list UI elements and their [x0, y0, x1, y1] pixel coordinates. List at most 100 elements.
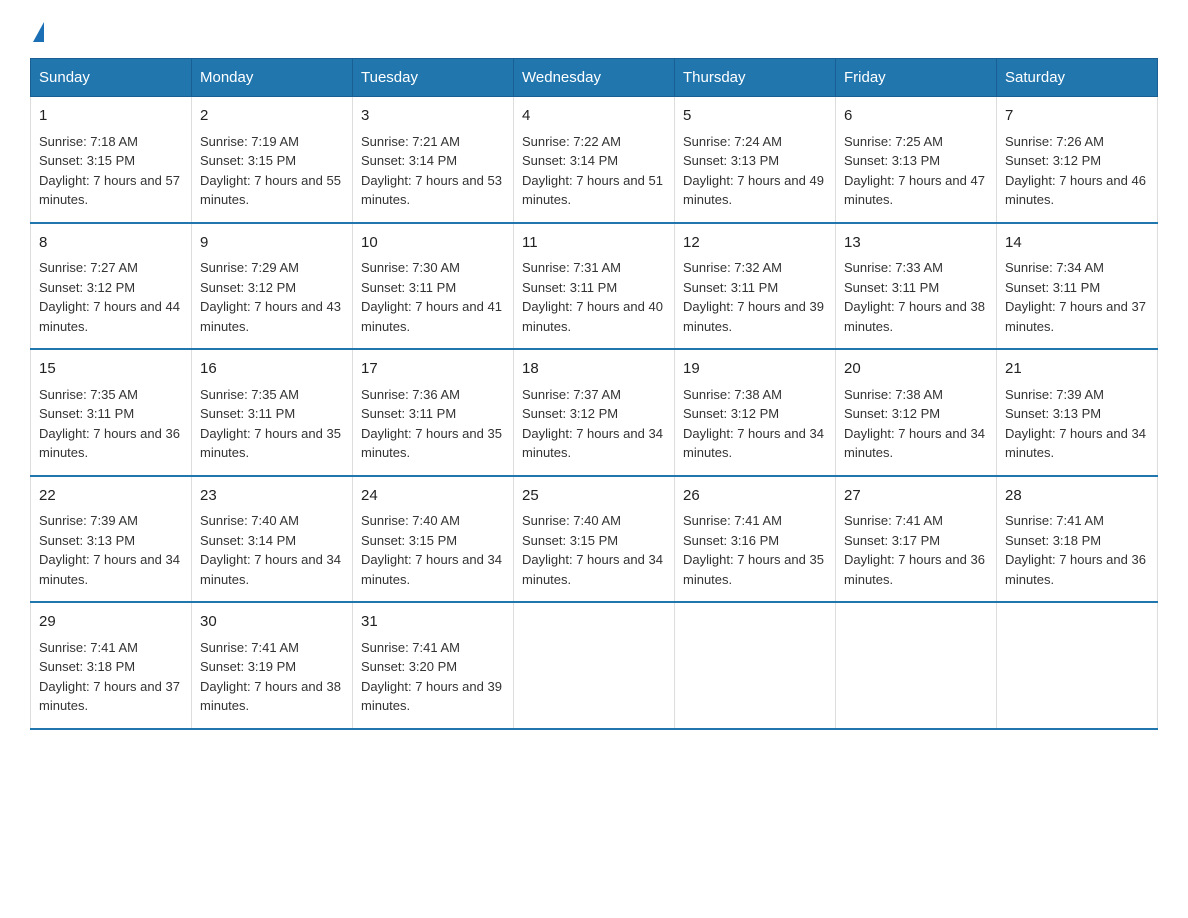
day-info: Sunrise: 7:36 AMSunset: 3:11 PMDaylight:… [361, 387, 502, 461]
day-number: 7 [1005, 105, 1149, 128]
day-number: 3 [361, 105, 505, 128]
day-info: Sunrise: 7:41 AMSunset: 3:18 PMDaylight:… [1005, 513, 1146, 587]
logo [30, 20, 44, 42]
day-info: Sunrise: 7:30 AMSunset: 3:11 PMDaylight:… [361, 260, 502, 334]
calendar-day-cell: 17 Sunrise: 7:36 AMSunset: 3:11 PMDaylig… [353, 349, 514, 476]
day-number: 17 [361, 358, 505, 381]
calendar-day-cell: 13 Sunrise: 7:33 AMSunset: 3:11 PMDaylig… [836, 223, 997, 350]
calendar-day-cell: 15 Sunrise: 7:35 AMSunset: 3:11 PMDaylig… [31, 349, 192, 476]
day-number: 5 [683, 105, 827, 128]
day-number: 25 [522, 485, 666, 508]
calendar-day-cell: 14 Sunrise: 7:34 AMSunset: 3:11 PMDaylig… [997, 223, 1158, 350]
calendar-day-cell [514, 602, 675, 729]
day-info: Sunrise: 7:31 AMSunset: 3:11 PMDaylight:… [522, 260, 663, 334]
calendar-day-cell: 1 Sunrise: 7:18 AMSunset: 3:15 PMDayligh… [31, 97, 192, 223]
day-info: Sunrise: 7:35 AMSunset: 3:11 PMDaylight:… [200, 387, 341, 461]
day-info: Sunrise: 7:41 AMSunset: 3:20 PMDaylight:… [361, 640, 502, 714]
day-info: Sunrise: 7:22 AMSunset: 3:14 PMDaylight:… [522, 134, 663, 208]
day-info: Sunrise: 7:29 AMSunset: 3:12 PMDaylight:… [200, 260, 341, 334]
calendar-week-row: 15 Sunrise: 7:35 AMSunset: 3:11 PMDaylig… [31, 349, 1158, 476]
day-number: 10 [361, 232, 505, 255]
calendar-day-cell: 31 Sunrise: 7:41 AMSunset: 3:20 PMDaylig… [353, 602, 514, 729]
calendar-header-tuesday: Tuesday [353, 59, 514, 97]
day-info: Sunrise: 7:41 AMSunset: 3:18 PMDaylight:… [39, 640, 180, 714]
day-info: Sunrise: 7:39 AMSunset: 3:13 PMDaylight:… [1005, 387, 1146, 461]
calendar-day-cell: 21 Sunrise: 7:39 AMSunset: 3:13 PMDaylig… [997, 349, 1158, 476]
calendar-day-cell: 5 Sunrise: 7:24 AMSunset: 3:13 PMDayligh… [675, 97, 836, 223]
day-info: Sunrise: 7:34 AMSunset: 3:11 PMDaylight:… [1005, 260, 1146, 334]
calendar-day-cell: 2 Sunrise: 7:19 AMSunset: 3:15 PMDayligh… [192, 97, 353, 223]
calendar-day-cell: 7 Sunrise: 7:26 AMSunset: 3:12 PMDayligh… [997, 97, 1158, 223]
day-number: 8 [39, 232, 183, 255]
calendar-week-row: 1 Sunrise: 7:18 AMSunset: 3:15 PMDayligh… [31, 97, 1158, 223]
calendar-day-cell: 22 Sunrise: 7:39 AMSunset: 3:13 PMDaylig… [31, 476, 192, 603]
calendar-day-cell: 16 Sunrise: 7:35 AMSunset: 3:11 PMDaylig… [192, 349, 353, 476]
calendar-day-cell: 11 Sunrise: 7:31 AMSunset: 3:11 PMDaylig… [514, 223, 675, 350]
calendar-day-cell [675, 602, 836, 729]
calendar-header-monday: Monday [192, 59, 353, 97]
day-number: 30 [200, 611, 344, 634]
calendar-day-cell [997, 602, 1158, 729]
calendar-day-cell: 24 Sunrise: 7:40 AMSunset: 3:15 PMDaylig… [353, 476, 514, 603]
day-info: Sunrise: 7:39 AMSunset: 3:13 PMDaylight:… [39, 513, 180, 587]
day-info: Sunrise: 7:18 AMSunset: 3:15 PMDaylight:… [39, 134, 180, 208]
day-info: Sunrise: 7:21 AMSunset: 3:14 PMDaylight:… [361, 134, 502, 208]
day-info: Sunrise: 7:38 AMSunset: 3:12 PMDaylight:… [683, 387, 824, 461]
day-number: 31 [361, 611, 505, 634]
calendar-table: SundayMondayTuesdayWednesdayThursdayFrid… [30, 58, 1158, 730]
calendar-header-wednesday: Wednesday [514, 59, 675, 97]
day-info: Sunrise: 7:19 AMSunset: 3:15 PMDaylight:… [200, 134, 341, 208]
day-info: Sunrise: 7:40 AMSunset: 3:15 PMDaylight:… [522, 513, 663, 587]
calendar-week-row: 29 Sunrise: 7:41 AMSunset: 3:18 PMDaylig… [31, 602, 1158, 729]
calendar-header-saturday: Saturday [997, 59, 1158, 97]
calendar-day-cell: 6 Sunrise: 7:25 AMSunset: 3:13 PMDayligh… [836, 97, 997, 223]
day-number: 19 [683, 358, 827, 381]
calendar-day-cell: 30 Sunrise: 7:41 AMSunset: 3:19 PMDaylig… [192, 602, 353, 729]
day-number: 1 [39, 105, 183, 128]
calendar-day-cell: 28 Sunrise: 7:41 AMSunset: 3:18 PMDaylig… [997, 476, 1158, 603]
day-number: 12 [683, 232, 827, 255]
calendar-week-row: 8 Sunrise: 7:27 AMSunset: 3:12 PMDayligh… [31, 223, 1158, 350]
day-number: 29 [39, 611, 183, 634]
calendar-day-cell: 26 Sunrise: 7:41 AMSunset: 3:16 PMDaylig… [675, 476, 836, 603]
day-info: Sunrise: 7:40 AMSunset: 3:14 PMDaylight:… [200, 513, 341, 587]
day-number: 23 [200, 485, 344, 508]
calendar-day-cell: 25 Sunrise: 7:40 AMSunset: 3:15 PMDaylig… [514, 476, 675, 603]
day-number: 24 [361, 485, 505, 508]
day-number: 21 [1005, 358, 1149, 381]
day-info: Sunrise: 7:27 AMSunset: 3:12 PMDaylight:… [39, 260, 180, 334]
day-number: 16 [200, 358, 344, 381]
calendar-day-cell: 23 Sunrise: 7:40 AMSunset: 3:14 PMDaylig… [192, 476, 353, 603]
day-number: 9 [200, 232, 344, 255]
day-number: 13 [844, 232, 988, 255]
calendar-day-cell: 3 Sunrise: 7:21 AMSunset: 3:14 PMDayligh… [353, 97, 514, 223]
day-info: Sunrise: 7:37 AMSunset: 3:12 PMDaylight:… [522, 387, 663, 461]
day-info: Sunrise: 7:25 AMSunset: 3:13 PMDaylight:… [844, 134, 985, 208]
day-number: 6 [844, 105, 988, 128]
day-info: Sunrise: 7:35 AMSunset: 3:11 PMDaylight:… [39, 387, 180, 461]
day-info: Sunrise: 7:33 AMSunset: 3:11 PMDaylight:… [844, 260, 985, 334]
calendar-day-cell: 12 Sunrise: 7:32 AMSunset: 3:11 PMDaylig… [675, 223, 836, 350]
calendar-day-cell: 4 Sunrise: 7:22 AMSunset: 3:14 PMDayligh… [514, 97, 675, 223]
calendar-day-cell: 9 Sunrise: 7:29 AMSunset: 3:12 PMDayligh… [192, 223, 353, 350]
day-info: Sunrise: 7:38 AMSunset: 3:12 PMDaylight:… [844, 387, 985, 461]
day-info: Sunrise: 7:32 AMSunset: 3:11 PMDaylight:… [683, 260, 824, 334]
day-info: Sunrise: 7:41 AMSunset: 3:17 PMDaylight:… [844, 513, 985, 587]
day-number: 22 [39, 485, 183, 508]
day-number: 18 [522, 358, 666, 381]
calendar-day-cell: 10 Sunrise: 7:30 AMSunset: 3:11 PMDaylig… [353, 223, 514, 350]
day-info: Sunrise: 7:41 AMSunset: 3:16 PMDaylight:… [683, 513, 824, 587]
calendar-week-row: 22 Sunrise: 7:39 AMSunset: 3:13 PMDaylig… [31, 476, 1158, 603]
day-info: Sunrise: 7:24 AMSunset: 3:13 PMDaylight:… [683, 134, 824, 208]
logo-triangle-icon [33, 22, 44, 42]
calendar-header-row: SundayMondayTuesdayWednesdayThursdayFrid… [31, 59, 1158, 97]
calendar-day-cell: 27 Sunrise: 7:41 AMSunset: 3:17 PMDaylig… [836, 476, 997, 603]
day-number: 20 [844, 358, 988, 381]
day-number: 14 [1005, 232, 1149, 255]
day-number: 11 [522, 232, 666, 255]
calendar-day-cell: 20 Sunrise: 7:38 AMSunset: 3:12 PMDaylig… [836, 349, 997, 476]
day-number: 15 [39, 358, 183, 381]
calendar-header-friday: Friday [836, 59, 997, 97]
calendar-header-thursday: Thursday [675, 59, 836, 97]
calendar-day-cell: 29 Sunrise: 7:41 AMSunset: 3:18 PMDaylig… [31, 602, 192, 729]
